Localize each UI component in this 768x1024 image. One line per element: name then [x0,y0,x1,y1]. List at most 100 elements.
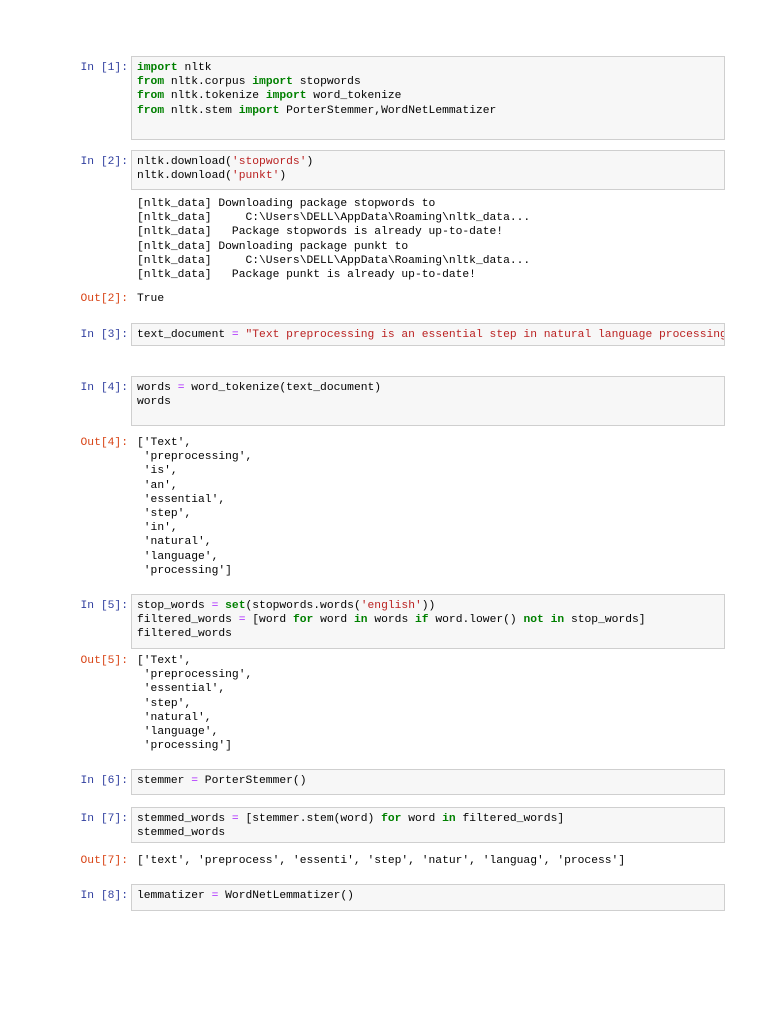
code-cell-input[interactable]: stemmer = PorterStemmer() [131,769,725,795]
output-line: True [137,293,165,305]
code-cell-input[interactable]: lemmatizer = WordNetLemmatizer() [131,884,725,911]
code-line: text_document = "Text preprocessing is a… [137,328,724,342]
code-line: stemmer = PorterStemmer() [137,774,724,788]
code-token: nltk.corpus [164,76,253,89]
input-prompt: In [7]: [80,813,128,825]
output-prompt: Out[2]: [80,293,128,305]
code-token: stemmer [137,775,192,787]
code-line: from nltk.tokenize import word_tokenize [137,89,724,103]
keyword: in [550,614,565,627]
code-token: words [367,614,416,627]
string-literal: "Text preprocessing is an essential step… [245,329,725,341]
code-block: words = word_tokenize(text_document) word… [137,381,724,409]
code-line: stemmed_words = [stemmer.stem(word) for … [137,812,724,826]
code-cell-input[interactable]: stemmed_words = [stemmer.stem(word) for … [131,807,725,843]
code-token: nltk.download( [137,170,232,183]
code-token: )) [421,600,436,612]
code-block: stop_words = set(stopwords.words('englis… [137,599,724,642]
output-line: 'essential', [137,683,226,696]
cell-output: True [137,292,164,306]
code-block: import nltk from nltk.corpus import stopw… [137,61,724,118]
input-prompt: In [1]: [80,62,128,74]
code-token: filtered_words [137,628,232,641]
keyword: in [353,614,368,627]
code-token: ) [279,170,287,183]
input-prompt: In [8]: [80,890,128,902]
output-line: 'language', [137,726,219,739]
output-line: 'step', [137,697,192,710]
output-line: 'natural', [137,711,212,724]
code-token: stopwords [292,76,361,89]
output-line: 'natural', [137,536,212,549]
output-line: ['Text', [137,437,192,449]
keyword: for [292,614,314,627]
code-cell-input[interactable]: nltk.download('stopwords') nltk.download(… [131,150,725,190]
code-token: words [137,396,171,409]
code-token: WordNetLemmatizer() [218,890,354,902]
code-line: nltk.download('stopwords') [137,155,724,169]
input-prompt: In [2]: [80,156,128,168]
output-line: 'preprocessing', [137,451,253,464]
code-cell-input[interactable]: stop_words = set(stopwords.words('englis… [131,594,725,649]
stream-line: [nltk_data] C:\Users\DELL\AppData\Roamin… [137,212,531,225]
output-line: 'in', [137,522,178,535]
output-line: ['Text', [137,655,192,667]
code-line: words = word_tokenize(text_document) [137,381,724,395]
output-line: 'essential', [137,493,226,506]
output-line: 'processing'] [137,564,232,577]
code-block: stemmed_words = [stemmer.stem(word) for … [137,812,724,840]
output-prompt: Out[7]: [80,855,128,867]
code-token: nltk.stem [164,104,239,117]
keyword: from [137,76,165,89]
output-line: 'is', [137,465,178,478]
code-block: nltk.download('stopwords') nltk.download(… [137,155,724,183]
stream-line: [nltk_data] Downloading package punkt to [137,240,409,253]
keyword: import [265,90,307,103]
output-prompt: Out[5]: [80,655,128,667]
stream-line: [nltk_data] Downloading package stopword… [137,198,436,210]
string-literal: 'punkt' [231,170,280,183]
output-line: ['text', 'preprocess', 'essenti', 'step'… [137,855,626,867]
code-token: filtered_words [137,614,239,627]
keyword: from [137,90,165,103]
code-line: import nltk [137,61,724,75]
code-block: stemmer = PorterStemmer() [137,774,724,788]
code-line: lemmatizer = WordNetLemmatizer() [137,889,724,903]
code-line: stemmed_words [137,826,724,840]
stream-line: [nltk_data] C:\Users\DELL\AppData\Roamin… [137,254,531,267]
code-token: nltk [177,62,212,74]
cell-output: ['Text', 'preprocessing', 'is', 'an', 'e… [137,436,252,578]
input-prompt: In [6]: [80,775,128,787]
cell-output: ['text', 'preprocess', 'essenti', 'step'… [137,854,625,868]
keyword: for [381,813,402,825]
output-line: 'step', [137,508,192,521]
keyword: import [238,104,280,117]
input-prompt: In [4]: [80,382,128,394]
code-line: stop_words = set(stopwords.words('englis… [137,599,724,613]
code-token: PorterStemmer,WordNetLemmatizer [279,104,497,117]
keyword: set [225,600,246,612]
code-cell-input[interactable]: import nltk from nltk.corpus import stopw… [131,56,725,140]
code-token: lemmatizer [137,890,212,902]
code-cell-input[interactable]: words = word_tokenize(text_document) word… [131,376,725,426]
code-line: nltk.download('punkt') [137,169,724,183]
string-literal: 'stopwords' [231,156,307,168]
keyword: import [137,62,178,74]
code-token: nltk.tokenize [164,90,266,103]
keyword: import [252,76,293,89]
code-line: filtered_words [137,627,724,641]
output-line: 'preprocessing', [137,669,253,682]
code-token: stemmed_words [137,827,226,840]
output-line: 'language', [137,550,219,563]
code-cell-input[interactable]: text_document = "Text preprocessing is a… [131,323,725,346]
code-token: (stopwords.words( [245,600,361,612]
code-token: [stemmer.stem(word) [238,813,382,825]
code-line: words [137,395,724,409]
code-token: nltk.download( [137,156,232,168]
code-token: text_document [137,329,232,341]
code-token: stemmed_words [137,813,232,825]
keyword: in [442,813,456,825]
keyword: not [523,614,544,627]
code-block: lemmatizer = WordNetLemmatizer() [137,889,724,903]
